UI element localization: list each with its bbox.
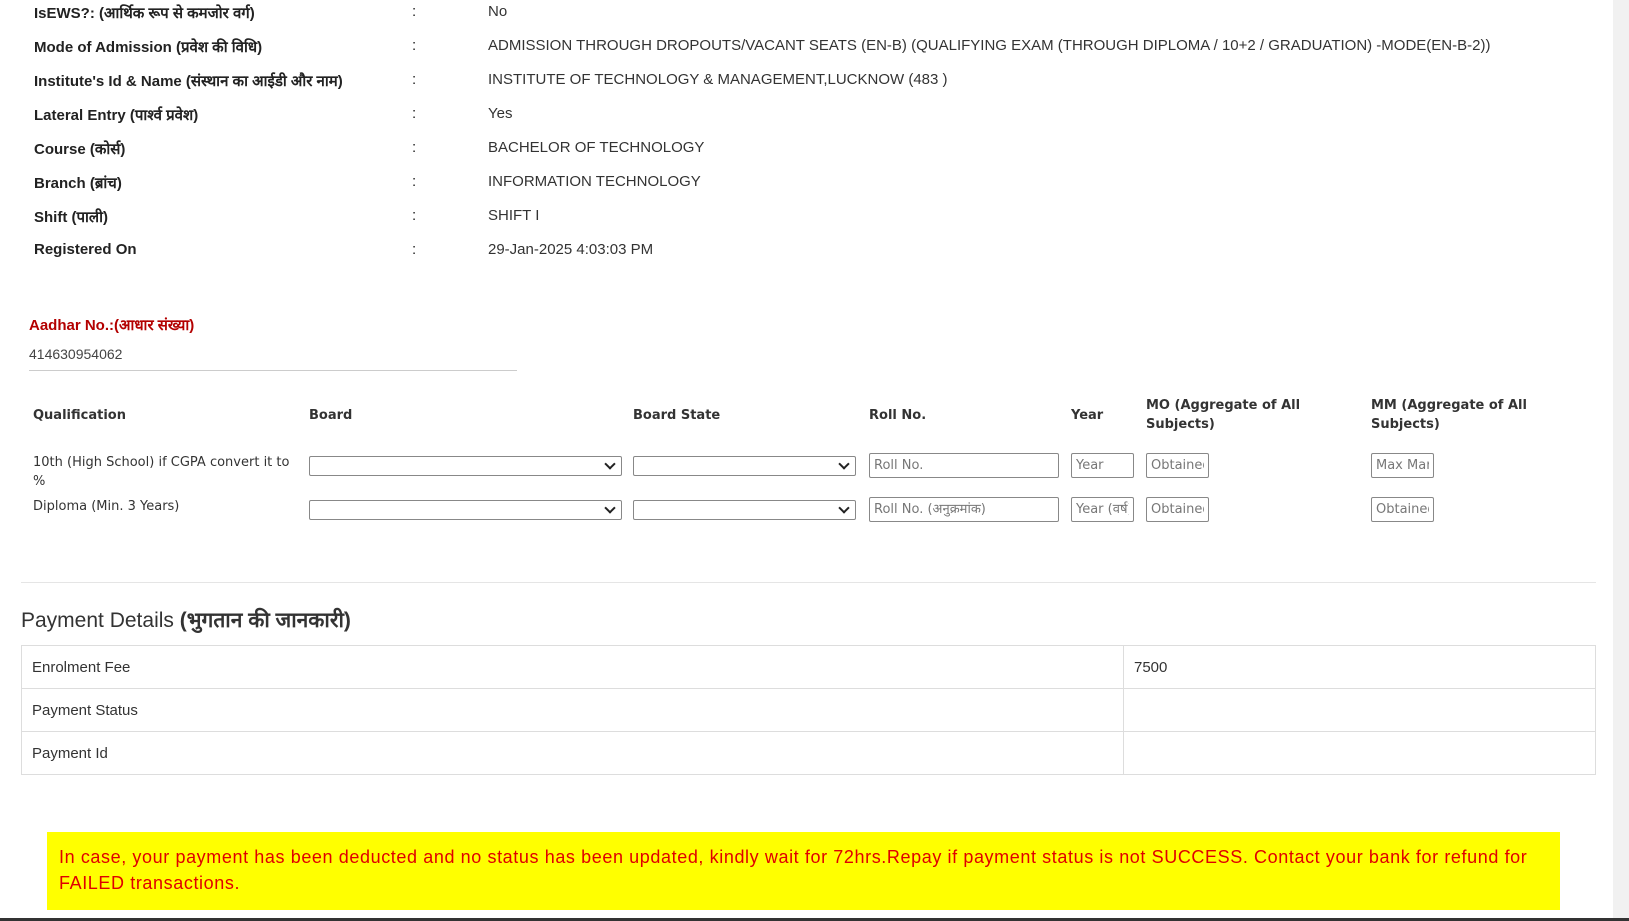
payment-title-hindi: (भुगतान की जानकारी) bbox=[179, 609, 351, 632]
aadhar-value: 414630954062 bbox=[29, 346, 517, 371]
payment-warning: In case, your payment has been deducted … bbox=[47, 832, 1560, 910]
detail-label: Course (कोर्स) bbox=[34, 141, 126, 158]
detail-label: Registered On bbox=[34, 241, 137, 258]
detail-value: INSTITUTE OF TECHNOLOGY & MANAGEMENT,LUC… bbox=[488, 71, 948, 88]
header-mo: MO (Aggregate of All Subjects) bbox=[1146, 398, 1301, 432]
detail-label: Lateral Entry (पार्श्व प्रवेश) bbox=[34, 107, 199, 124]
mo-input[interactable] bbox=[1146, 497, 1209, 522]
detail-colon: : bbox=[412, 105, 417, 122]
year-input[interactable] bbox=[1071, 497, 1134, 522]
detail-label: IsEWS?: (आर्थिक रूप से कमजोर वर्ग) bbox=[34, 5, 255, 22]
qualification-name: 10th (High School) if CGPA convert it to… bbox=[33, 455, 290, 489]
payment-row: Enrolment Fee 7500 bbox=[21, 645, 1596, 689]
roll-no-input[interactable] bbox=[869, 453, 1059, 478]
detail-label: Mode of Admission (प्रवेश की विधि) bbox=[34, 39, 263, 56]
detail-value: No bbox=[488, 3, 508, 20]
payment-label: Enrolment Fee bbox=[21, 645, 1124, 689]
year-input[interactable] bbox=[1071, 453, 1134, 478]
board-select[interactable] bbox=[309, 456, 622, 476]
payment-value bbox=[1123, 731, 1596, 775]
board-state-select[interactable] bbox=[633, 456, 856, 476]
payment-label: Payment Id bbox=[21, 731, 1124, 775]
aadhar-label: Aadhar No.:(आधार संख्या) bbox=[29, 317, 195, 334]
qualification-name: Diploma (Min. 3 Years) bbox=[33, 499, 180, 514]
detail-label: Institute's Id & Name (संस्थान का आईडी औ… bbox=[34, 73, 343, 90]
detail-value: ADMISSION THROUGH DROPOUTS/VACANT SEATS … bbox=[488, 37, 1491, 54]
mm-input[interactable] bbox=[1371, 497, 1434, 522]
mo-input[interactable] bbox=[1146, 453, 1209, 478]
detail-colon: : bbox=[412, 71, 417, 88]
scrollbar[interactable] bbox=[1613, 0, 1629, 921]
mm-input[interactable] bbox=[1371, 453, 1434, 478]
detail-value: INFORMATION TECHNOLOGY bbox=[488, 173, 701, 190]
detail-value: Yes bbox=[488, 105, 513, 122]
payment-row: Payment Status bbox=[21, 688, 1596, 732]
roll-no-input[interactable] bbox=[869, 497, 1059, 522]
divider bbox=[21, 582, 1596, 583]
detail-label: Shift (पाली) bbox=[34, 209, 108, 226]
detail-colon: : bbox=[412, 173, 417, 190]
payment-title: Payment Details (भुगतान की जानकारी) bbox=[21, 606, 351, 634]
payment-table: Enrolment Fee 7500 Payment Status Payment I… bbox=[21, 645, 1596, 775]
detail-colon: : bbox=[412, 241, 417, 258]
payment-value: 7500 bbox=[1123, 645, 1596, 689]
detail-value: 29-Jan-2025 4:03:03 PM bbox=[488, 241, 654, 258]
header-mm: MM (Aggregate of All Subjects) bbox=[1371, 398, 1527, 432]
detail-colon: : bbox=[412, 207, 417, 224]
payment-row: Payment Id bbox=[21, 731, 1596, 775]
header-roll-no: Roll No. bbox=[869, 408, 927, 423]
board-select[interactable] bbox=[309, 500, 622, 520]
header-qualification: Qualification bbox=[33, 408, 126, 423]
detail-colon: : bbox=[412, 3, 417, 20]
header-board: Board bbox=[309, 408, 353, 423]
header-year: Year bbox=[1071, 408, 1104, 423]
detail-label: Branch (ब्रांच) bbox=[34, 175, 122, 192]
payment-title-text: Payment Details bbox=[21, 609, 180, 632]
detail-value: SHIFT I bbox=[488, 207, 540, 224]
payment-value bbox=[1123, 688, 1596, 732]
detail-value: BACHELOR OF TECHNOLOGY bbox=[488, 139, 705, 156]
payment-label: Payment Status bbox=[21, 688, 1124, 732]
detail-colon: : bbox=[412, 139, 417, 156]
board-state-select[interactable] bbox=[633, 500, 856, 520]
detail-colon: : bbox=[412, 37, 417, 54]
header-board-state: Board State bbox=[633, 408, 721, 423]
